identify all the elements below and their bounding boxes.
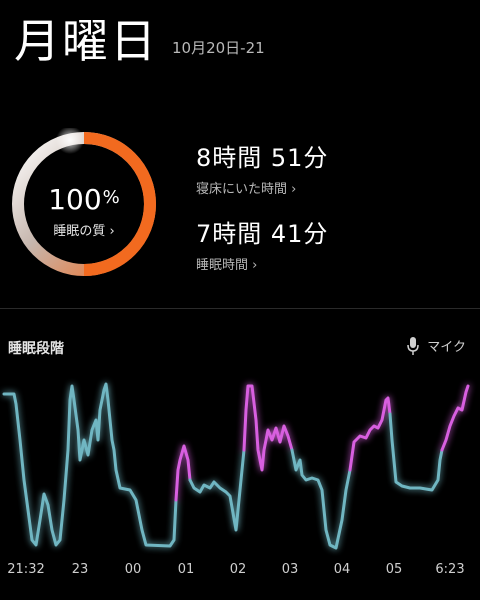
- sleep-stages-chart[interactable]: [0, 370, 480, 560]
- stage-line-rem-3: [348, 396, 392, 472]
- mic-icon: [407, 336, 419, 355]
- x-label: 02: [229, 562, 247, 577]
- time-asleep-label[interactable]: 睡眠時間 ›: [196, 254, 328, 273]
- score-label[interactable]: 睡眠の質 ›: [8, 220, 160, 239]
- mic-label: マイク: [427, 340, 466, 355]
- divider: [0, 308, 480, 309]
- score-unit: %: [102, 187, 120, 208]
- header: 月曜日 10月20日-21: [14, 18, 265, 64]
- sleep-stages-title: 睡眠段階: [8, 341, 64, 357]
- time-asleep[interactable]: 7時間 41分 睡眠時間 ›: [196, 222, 328, 273]
- stage-line-teal-2: [188, 448, 246, 532]
- x-label: 6:23: [435, 562, 465, 577]
- stage-line-teal-3: [290, 448, 352, 550]
- time-asleep-value: 7時間 41分: [196, 220, 329, 248]
- x-label: 00: [124, 562, 142, 577]
- date-range: 10月20日-21: [172, 39, 265, 57]
- ring-glow: [56, 128, 84, 154]
- x-axis-labels: 21:32 23 00 01 02 03 04 05 6:23: [0, 562, 480, 582]
- stage-line-rem-1: [174, 444, 192, 502]
- time-in-bed[interactable]: 8時間 51分 寝床にいた時間 ›: [196, 146, 328, 197]
- time-in-bed-value: 8時間 51分: [196, 144, 329, 172]
- mic-button[interactable]: マイク: [407, 336, 466, 355]
- sleep-quality-ring[interactable]: 100% 睡眠の質 ›: [8, 128, 160, 280]
- x-label: 01: [177, 562, 195, 577]
- stage-line-teal: [2, 382, 178, 548]
- stage-line-teal-4: [388, 412, 444, 492]
- time-in-bed-label[interactable]: 寝床にいた時間 ›: [196, 178, 328, 197]
- day-title: 月曜日: [14, 14, 158, 68]
- x-label: 04: [333, 562, 351, 577]
- score-value: 100%: [8, 186, 160, 214]
- stage-line-rem-4: [440, 384, 470, 452]
- x-label: 03: [281, 562, 299, 577]
- stage-line-rem-2: [242, 384, 294, 472]
- x-label: 05: [385, 562, 403, 577]
- x-label: 21:32: [7, 562, 45, 577]
- score-number: 100: [48, 183, 102, 216]
- x-label: 23: [71, 562, 89, 577]
